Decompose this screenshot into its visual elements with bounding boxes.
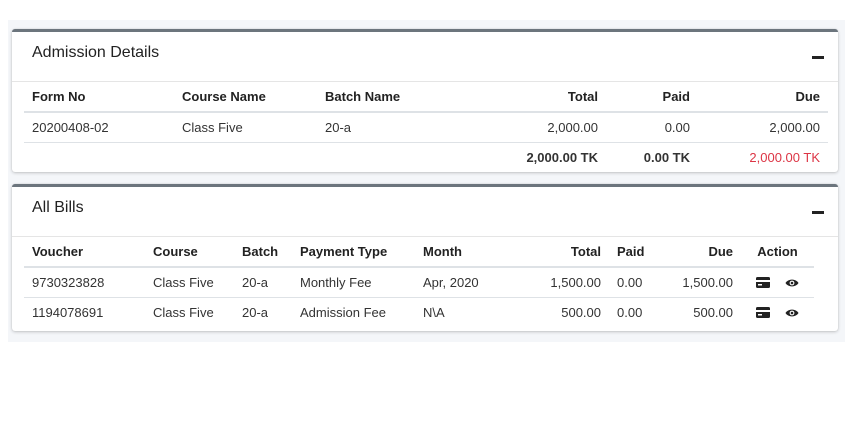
action-cell	[741, 267, 814, 298]
admission-details-card: Admission Details Form No Course Name Ba…	[12, 29, 838, 172]
bill-due-cell: 1,500.00	[656, 267, 741, 298]
all-bills-card: All Bills Voucher Course Batch Payment T…	[12, 184, 838, 331]
col-bill-total: Total	[514, 237, 609, 268]
col-paid: Paid	[606, 82, 698, 113]
admission-card-header: Admission Details	[12, 32, 838, 82]
view-eye-icon[interactable]	[785, 306, 799, 321]
pay-credit-card-icon[interactable]	[755, 276, 770, 291]
bills-collapse-minus-icon[interactable]	[812, 211, 824, 214]
col-batch-name: Batch Name	[317, 82, 457, 113]
grand-total-cell: 2,000.00 TK	[526, 150, 598, 165]
col-course-name: Course Name	[174, 82, 317, 113]
bills-card-title: All Bills	[32, 199, 84, 216]
due-cell: 2,000.00	[698, 112, 828, 143]
bill-paid-cell: 0.00	[609, 267, 656, 298]
col-bill-paid: Paid	[609, 237, 656, 268]
payment-type-cell: Monthly Fee	[292, 267, 415, 298]
col-course: Course	[145, 237, 234, 268]
col-bill-due: Due	[656, 237, 741, 268]
col-batch: Batch	[234, 237, 292, 268]
bills-header-row: Voucher Course Batch Payment Type Month …	[24, 237, 814, 268]
col-total: Total	[457, 82, 606, 113]
view-eye-icon[interactable]	[785, 276, 799, 291]
col-form-no: Form No	[24, 82, 174, 113]
batch-name-cell: 20-a	[317, 112, 457, 143]
totals-row: 2,000.00 TK 0.00 TK 2,000.00 TK	[24, 143, 828, 173]
bill-total-cell: 1,500.00	[514, 267, 609, 298]
batch-cell: 20-a	[234, 267, 292, 298]
table-row: 1194078691 Class Five 20-a Admission Fee…	[24, 298, 814, 328]
table-row: 9730323828 Class Five 20-a Monthly Fee A…	[24, 267, 814, 298]
month-cell: N\A	[423, 305, 445, 320]
voucher-cell: 1194078691	[32, 305, 104, 320]
voucher-cell: 9730323828	[24, 267, 145, 298]
batch-cell: 20-a	[242, 305, 269, 320]
course-name-cell: Class Five	[174, 112, 317, 143]
form-no-cell: 20200408-02	[24, 112, 174, 143]
course-cell: Class Five	[153, 305, 214, 320]
bills-table: Voucher Course Batch Payment Type Month …	[24, 237, 814, 327]
pay-credit-card-icon[interactable]	[755, 306, 770, 321]
table-row: 20200408-02 Class Five 20-a 2,000.00 0.0…	[24, 112, 828, 143]
month-cell: Apr, 2020	[415, 267, 514, 298]
paid-cell: 0.00	[606, 112, 698, 143]
admission-card-title: Admission Details	[32, 44, 160, 61]
admission-table: Form No Course Name Batch Name Total Pai…	[24, 82, 828, 172]
payment-type-cell: Admission Fee	[300, 305, 386, 320]
course-cell: Class Five	[145, 267, 234, 298]
col-action: Action	[741, 237, 814, 268]
col-voucher: Voucher	[24, 237, 145, 268]
admission-collapse-minus-icon[interactable]	[812, 56, 824, 59]
col-due: Due	[698, 82, 828, 113]
bill-due-cell: 500.00	[693, 305, 733, 320]
bill-total-cell: 500.00	[561, 305, 601, 320]
col-month: Month	[415, 237, 514, 268]
grand-paid-cell: 0.00 TK	[643, 150, 690, 165]
bills-card-header: All Bills	[12, 187, 838, 237]
admission-header-row: Form No Course Name Batch Name Total Pai…	[24, 82, 828, 113]
bill-paid-cell: 0.00	[617, 305, 643, 320]
total-cell: 2,000.00	[457, 112, 606, 143]
col-payment-type: Payment Type	[292, 237, 415, 268]
grand-due-cell: 2,000.00 TK	[749, 150, 820, 165]
action-cell	[741, 298, 814, 328]
